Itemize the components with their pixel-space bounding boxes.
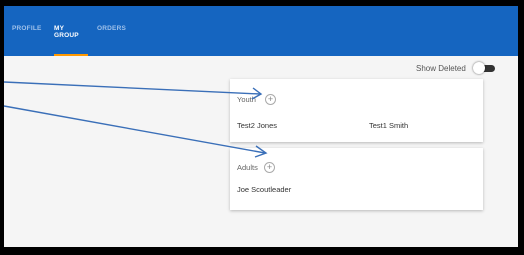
annotation-arrow-adults (3, 105, 266, 154)
annotation-arrows (3, 81, 268, 158)
annotation-arrow-youth (3, 81, 261, 95)
